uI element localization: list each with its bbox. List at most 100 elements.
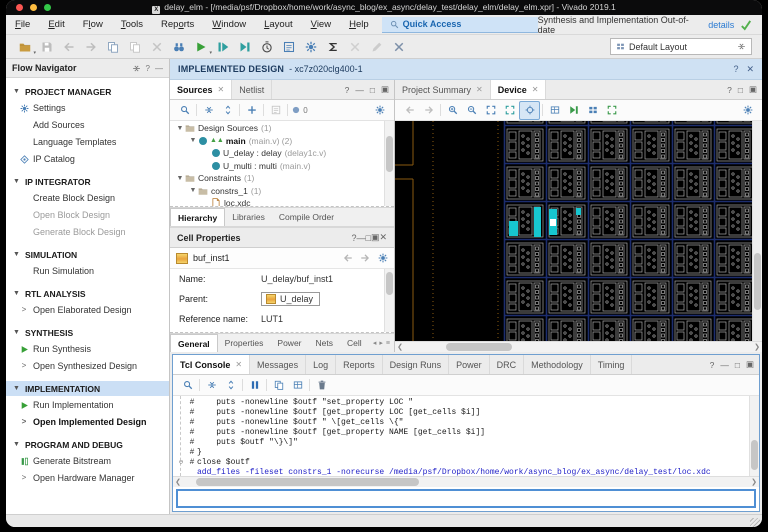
paste-icon[interactable] [124,37,146,56]
sidebar-section-header[interactable]: ▼PROGRAM AND DEBUG [6,437,169,452]
close-tab-icon[interactable]: ✕ [235,360,242,369]
gear-icon[interactable] [378,253,388,263]
details-link[interactable]: details [708,20,734,30]
expand-all-icon[interactable] [218,102,237,119]
quick-access[interactable]: Quick Access [382,17,538,33]
undo-icon[interactable] [58,37,80,56]
collapse-all-icon[interactable] [202,377,221,394]
sidebar-item[interactable]: Generate Block Design [6,223,169,240]
scroll-right-icon[interactable]: ❯ [749,477,759,487]
next-object-icon[interactable] [360,253,370,263]
float-icon[interactable]: ▣ [746,359,754,370]
device-hscrollbar[interactable]: ❮ ❯ [395,341,762,352]
search-icon[interactable] [175,102,194,119]
sources-view-tab[interactable]: Hierarchy [170,208,225,226]
menu-edit[interactable]: Edit [39,19,73,30]
cancel-icon[interactable] [344,37,366,56]
forward-icon[interactable] [419,102,438,119]
sidebar-item[interactable]: >Open Hardware Manager [6,469,169,486]
tree-expand-icon[interactable]: ▼ [176,125,184,132]
cell-properties-view-tab[interactable]: Cell [340,334,369,352]
abort-icon[interactable] [388,37,410,56]
zoom-selection-icon[interactable] [500,102,519,119]
help-icon[interactable]: ? [146,64,150,73]
scroll-tabs-left-icon[interactable]: ◂ [373,339,377,347]
console-tab[interactable]: Power [449,355,490,374]
sidebar-section-header[interactable]: ▼PROJECT MANAGER [6,84,169,99]
cell-draw-icon[interactable] [583,102,602,119]
back-icon[interactable] [400,102,419,119]
tree-expand-icon[interactable]: ▼ [176,175,184,182]
minimize-icon[interactable]: — [720,360,729,370]
collapse-all-icon[interactable] [132,64,141,73]
resize-grip[interactable] [750,518,760,527]
menu-reports[interactable]: Reports [152,19,203,30]
tree-row[interactable]: ▼▲▲main(main.v) (2) [170,135,394,148]
redo-icon[interactable] [80,37,102,56]
sidebar-item[interactable]: Run Simulation [6,262,169,279]
cell-properties-view-tab[interactable]: Properties [218,334,271,352]
cell-properties-view-tab[interactable]: General [170,334,218,352]
sidebar-item[interactable]: >Open Synthesized Design [6,357,169,374]
device-tab[interactable]: Device✕ [491,80,547,99]
help-icon[interactable]: ? [345,85,350,95]
settings-icon[interactable] [300,37,322,56]
console-tab[interactable]: Methodology [524,355,591,374]
find-icon[interactable] [168,37,190,56]
float-icon[interactable]: ▣ [371,232,380,243]
maximize-icon[interactable]: □ [370,85,375,95]
tree-row[interactable]: U_delay : delay(delay1c.v) [170,147,394,160]
previous-object-icon[interactable] [343,253,353,263]
minimize-icon[interactable]: — [355,85,364,95]
float-icon[interactable]: ▣ [749,84,757,95]
scroll-tabs-right-icon[interactable]: ▸ [379,339,383,347]
console-vscrollbar[interactable] [749,396,759,476]
sidebar-item[interactable]: IP Catalog [6,150,169,167]
menu-tools[interactable]: Tools [112,19,152,30]
close-tab-icon[interactable]: ✕ [532,85,539,94]
console-hscrollbar[interactable]: ❮ ❯ [173,476,759,487]
sidebar-item[interactable]: Open Block Design [6,206,169,223]
tree-expand-icon[interactable]: ▼ [189,187,197,194]
queue-icon[interactable] [288,377,307,394]
sources-scrollbar[interactable] [384,121,394,206]
sidebar-section-header[interactable]: ▼IP INTEGRATOR [6,174,169,189]
close-tab-icon[interactable]: ✕ [476,85,483,94]
autofit-selection-icon[interactable] [519,101,540,120]
edit-icon[interactable] [366,37,388,56]
sidebar-item[interactable]: Language Templates [6,133,169,150]
scroll-left-icon[interactable]: ❮ [173,477,183,487]
console-tab[interactable]: DRC [490,355,525,374]
open-project-icon[interactable]: ▾ [14,37,36,56]
tree-row[interactable]: ▼Design Sources(1) [170,122,394,135]
timer-icon[interactable] [256,37,278,56]
pblock-icon[interactable] [564,102,583,119]
sources-view-tab[interactable]: Compile Order [272,208,341,226]
collapse-all-icon[interactable] [199,102,218,119]
copy-icon[interactable] [102,37,124,56]
cell-properties-view-tab[interactable]: Nets [309,334,340,352]
delete-icon[interactable] [146,37,168,56]
step-icon[interactable] [212,37,234,56]
cell-properties-scrollbar[interactable] [384,269,394,332]
maximize-icon[interactable]: □ [735,360,740,370]
tree-row[interactable]: ▼Constraints(1) [170,172,394,185]
close-tab-icon[interactable]: ✕ [218,85,225,94]
float-icon[interactable]: ▣ [381,84,389,95]
help-icon[interactable]: ? [733,64,738,74]
sidebar-section-header[interactable]: ▼RTL ANALYSIS [6,286,169,301]
tree-row[interactable]: U_multi : multi(main.v) [170,160,394,173]
help-icon[interactable]: ? [727,85,732,95]
run-icon[interactable]: ▾ [190,37,212,56]
sum-icon[interactable] [322,37,344,56]
zoom-in-icon[interactable] [443,102,462,119]
sidebar-section-header[interactable]: ▼IMPLEMENTATION [6,381,169,396]
gear-icon[interactable] [370,102,389,119]
properties-icon[interactable] [266,102,285,119]
tree-expand-icon[interactable]: ▼ [189,137,197,144]
expand-all-icon[interactable] [221,377,240,394]
tab-list-icon[interactable]: ≡ [386,340,390,347]
sidebar-item[interactable]: >Open Elaborated Design [6,301,169,318]
sidebar-item[interactable]: Add Sources [6,116,169,133]
draw-pblock-icon[interactable] [602,102,621,119]
